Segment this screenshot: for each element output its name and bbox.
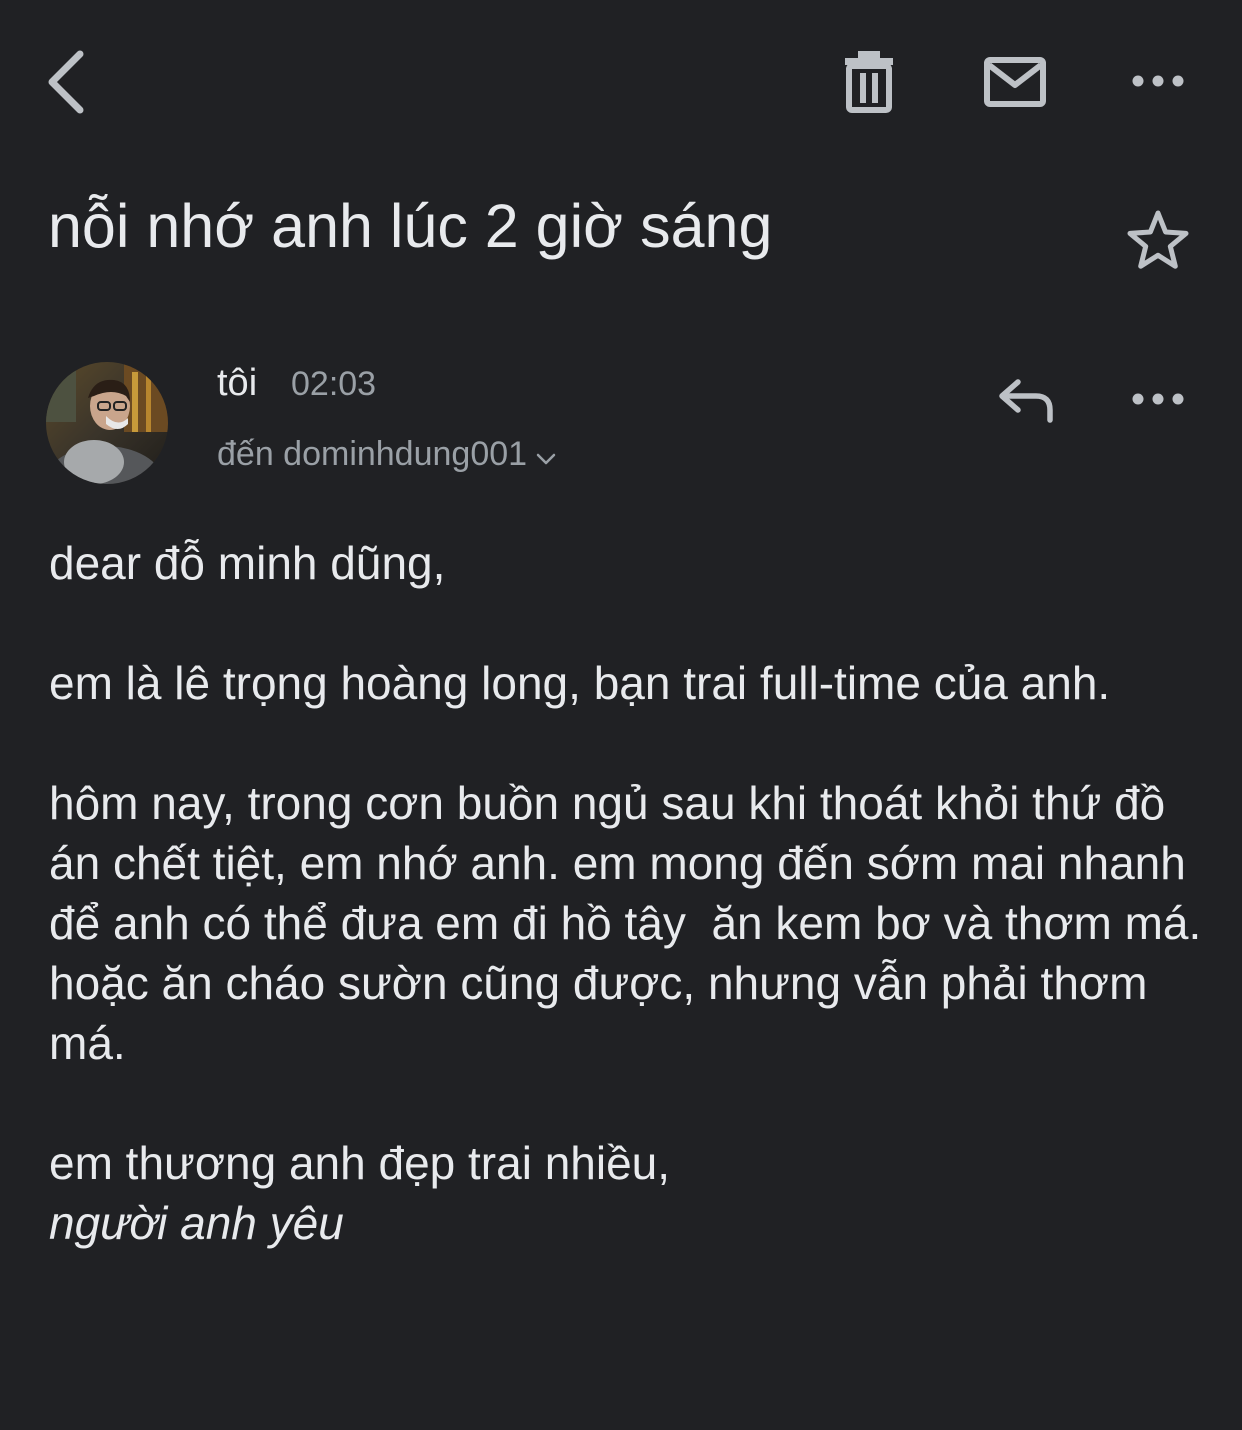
mark-unread-button[interactable]: [980, 52, 1050, 112]
star-icon: [1127, 210, 1189, 269]
sent-time: 02:03: [291, 365, 377, 403]
email-subject: nỗi nhớ anh lúc 2 giờ sáng: [48, 192, 773, 260]
recipient-details-toggle[interactable]: đến dominhdung001: [217, 430, 557, 478]
avatar-photo: [46, 362, 168, 484]
email-body: dear đỗ minh dũng, em là lê trọng hoàng …: [49, 533, 1209, 1253]
message-more-button[interactable]: [1126, 381, 1190, 417]
more-horizontal-icon: [1132, 75, 1184, 87]
chevron-left-icon: [48, 50, 84, 114]
chevron-down-icon: [535, 434, 557, 478]
closing-line: em thương anh đẹp trai nhiều,: [49, 1137, 671, 1189]
delete-button[interactable]: [836, 46, 902, 116]
signature: người anh yêu: [49, 1197, 344, 1249]
mail-icon: [984, 57, 1046, 107]
body-paragraph-2: hôm nay, trong cơn buồn ngủ sau khi thoá…: [49, 777, 1215, 1069]
back-button[interactable]: [40, 44, 96, 120]
reply-icon: [999, 379, 1053, 423]
top-toolbar: [0, 0, 1242, 160]
sender-avatar[interactable]: [46, 362, 168, 484]
body-paragraph-1: em là lê trọng hoàng long, bạn trai full…: [49, 657, 1111, 709]
star-button[interactable]: [1124, 206, 1192, 274]
more-horizontal-icon: [1132, 393, 1184, 405]
more-options-button[interactable]: [1126, 62, 1190, 100]
reply-button[interactable]: [994, 372, 1058, 428]
trash-icon: [845, 51, 893, 113]
greeting: dear đỗ minh dũng,: [49, 537, 446, 589]
sender-name: tôi: [217, 362, 258, 404]
recipient-label: đến dominhdung001: [217, 435, 528, 473]
